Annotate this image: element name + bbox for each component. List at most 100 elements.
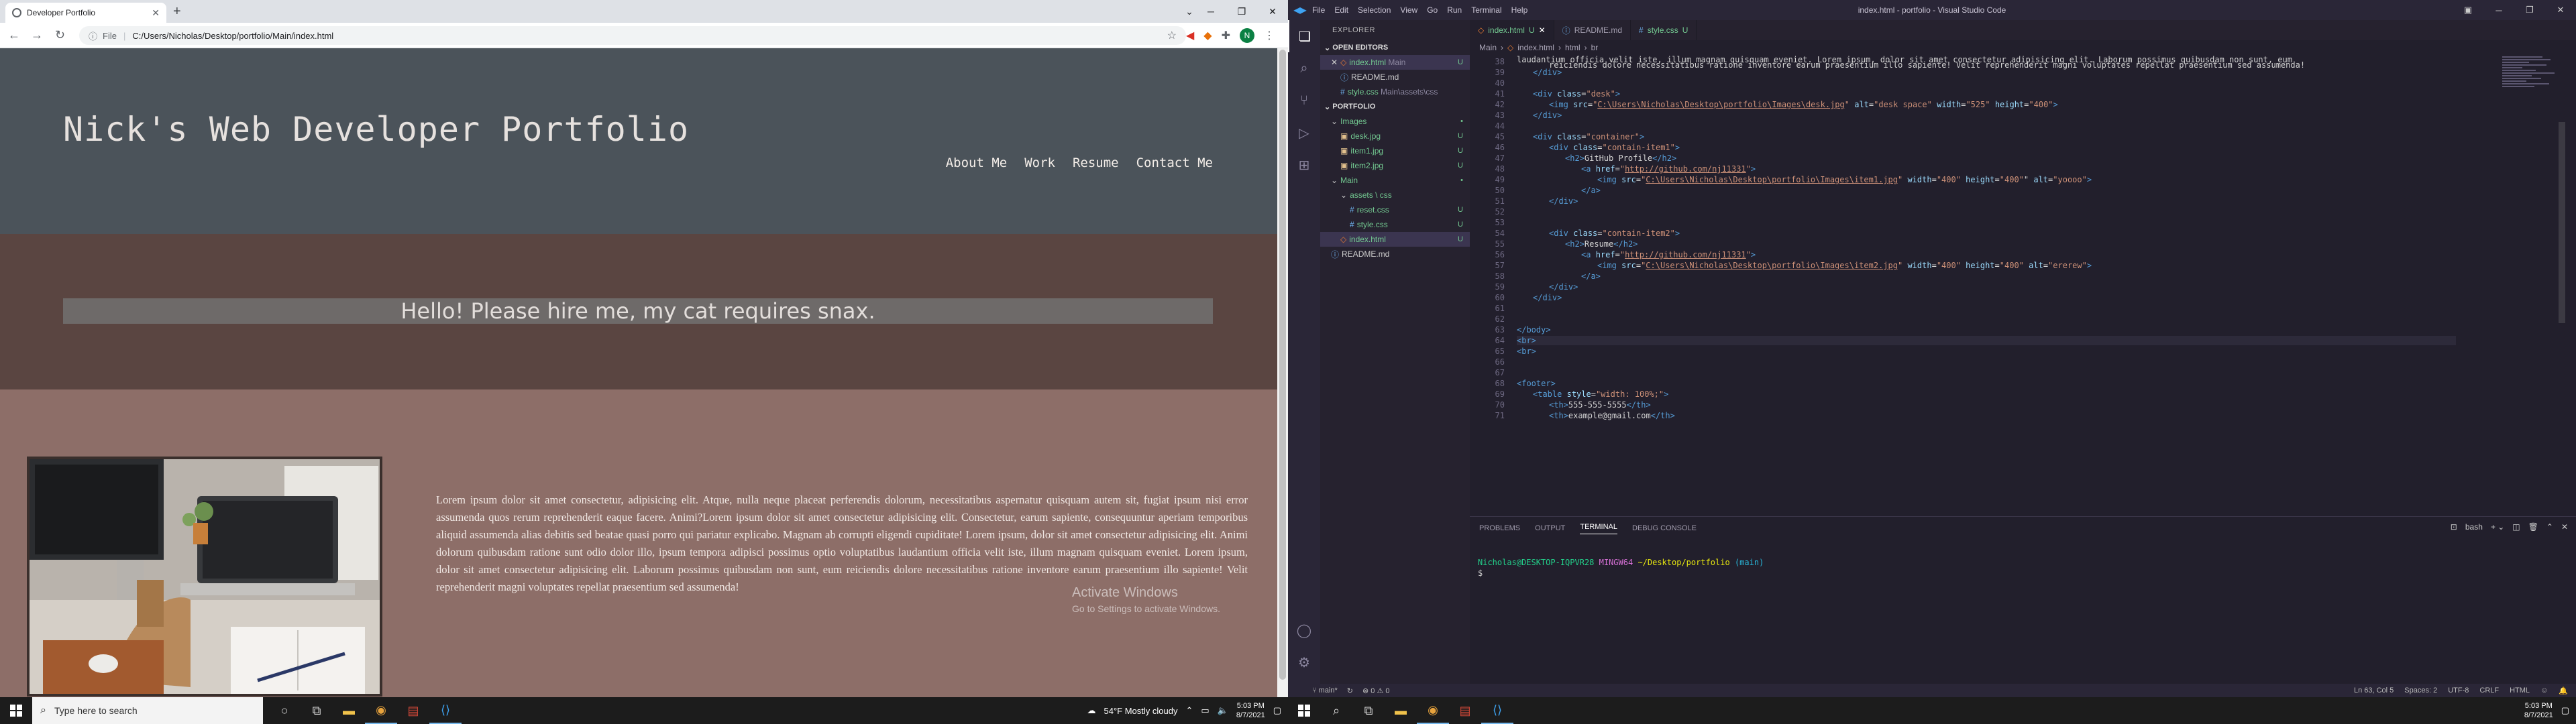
layout-icon[interactable]: ▣ [2453,0,2483,20]
clock[interactable]: 5:03 PM 8/7/2021 [1236,701,1265,720]
code-editor[interactable]: 38 39 40 41 42 43 44 45 46 47 48 49 50 51 52 53 54 55 56 57… [1470,55,2489,516]
menu-selection[interactable]: Selection [1358,5,1391,15]
tree-file[interactable]: ▣ item1.jpg U [1320,143,1470,158]
volume-icon[interactable]: 🔈 [1218,705,1228,716]
tab-style-css[interactable]: # style.css U [1631,20,1697,40]
weather-icon[interactable]: ☁ [1087,705,1096,716]
open-editor-item[interactable]: ✕ ◇ index.html Main U [1320,55,1470,70]
sync-icon[interactable]: ↻ [1347,686,1353,695]
extension-icon-orange[interactable]: ◆ [1203,29,1212,42]
menu-terminal[interactable]: Terminal [1471,5,1501,15]
portfolio-header[interactable]: ⌄ PORTFOLIO [1320,99,1470,114]
close-icon[interactable]: ✕ [1331,58,1338,67]
forward-icon[interactable]: → [31,28,43,42]
notification-icon[interactable]: ▢ [2561,705,2569,716]
file-explorer-icon[interactable]: ▬ [333,697,365,724]
tab-problems[interactable]: PROBLEMS [1479,524,1520,532]
extensions-icon[interactable]: ⊞ [1288,149,1320,181]
extension-icon-red[interactable]: ◀ [1186,29,1194,42]
address-url[interactable]: C:/Users/Nicholas/Desktop/portfolio/Main… [132,31,333,41]
chrome-taskbar-icon[interactable]: ◉ [1417,697,1449,724]
page-scrollbar[interactable] [1277,48,1288,697]
git-branch-status[interactable]: ⑂ main* [1312,686,1338,695]
tree-folder[interactable]: ⌄ Images • [1320,114,1470,129]
editor-scrollbar[interactable] [2557,55,2567,516]
scrollbar-thumb[interactable] [2559,122,2565,323]
clock[interactable]: 5:03 PM 8/7/2021 [2524,701,2553,720]
notification-icon[interactable]: ▢ [1273,705,1281,716]
tree-file[interactable]: ◇ index.html U [1320,232,1470,247]
close-window-icon[interactable]: ✕ [2545,0,2576,20]
indentation[interactable]: Spaces: 2 [2404,686,2437,695]
browser-tab[interactable]: Developer Portfolio ✕ [5,3,166,23]
back-icon[interactable]: ← [8,28,20,42]
new-tab-button[interactable]: + [173,4,181,19]
extensions-puzzle-icon[interactable]: ✚ [1222,29,1230,42]
open-editor-item[interactable]: ⓘ README.md [1320,70,1470,84]
weather-text[interactable]: 54°F Mostly cloudy [1104,706,1178,716]
settings-gear-icon[interactable]: ⚙ [1288,646,1320,678]
source-control-icon[interactable]: ⑂ [1288,84,1320,117]
menu-go[interactable]: Go [1427,5,1438,15]
add-terminal-icon[interactable]: + ⌄ [2491,522,2504,532]
language-mode[interactable]: HTML [2510,686,2530,695]
network-icon[interactable]: ▭ [1201,705,1209,716]
reload-icon[interactable]: ↻ [55,28,65,42]
nav-link-contact[interactable]: Contact Me [1136,156,1213,170]
terminal-shell-select[interactable]: bash [2465,522,2483,532]
menu-help[interactable]: Help [1511,5,1528,15]
line-endings[interactable]: CRLF [2479,686,2499,695]
tab-index-html[interactable]: ◇ index.html U ✕ [1470,20,1554,40]
tray-chevron-icon[interactable]: ⌃ [1185,705,1193,716]
encoding[interactable]: UTF-8 [2448,686,2469,695]
trash-icon[interactable]: 🗑 [2528,522,2538,532]
problems-status[interactable]: ⊗ 0 ⚠ 0 [1362,686,1389,695]
breadcrumb-item[interactable]: html [1565,43,1580,52]
tab-debug-console[interactable]: DEBUG CONSOLE [1632,524,1697,532]
tree-file[interactable]: ⓘ README.md [1320,247,1470,261]
tree-file[interactable]: # style.css U [1320,217,1470,232]
task-view-icon[interactable]: ⧉ [301,697,333,724]
minimap[interactable] [2502,55,2556,189]
nav-link-about[interactable]: About Me [946,156,1008,170]
tree-file[interactable]: # reset.css U [1320,202,1470,217]
info-icon[interactable]: ⓘ [89,29,97,42]
minimize-icon[interactable]: ─ [1195,0,1226,23]
explorer-icon[interactable]: ❏ [1288,20,1320,52]
minimize-icon[interactable]: ─ [2483,0,2514,20]
chrome-menu-icon[interactable]: ⋮ [1264,29,1275,42]
tree-file[interactable]: ▣ item2.jpg U [1320,158,1470,173]
split-terminal-icon[interactable]: ◫ [2512,522,2520,532]
maximize-panel-icon[interactable]: ⌃ [2546,522,2553,532]
account-icon[interactable]: ◯ [1288,614,1320,646]
tree-folder[interactable]: ⌄ Main • [1320,173,1470,188]
tree-file[interactable]: ▣ desk.jpg U [1320,129,1470,143]
open-editor-item[interactable]: # style.css Main\assets\css [1320,84,1470,99]
search-icon[interactable]: ⌕ [1288,52,1320,84]
restore-icon[interactable]: ❐ [2514,0,2545,20]
file-explorer-icon[interactable]: ▬ [1385,697,1417,724]
tab-readme[interactable]: ⓘ README.md [1554,20,1631,40]
terminal-output[interactable]: Nicholas@DESKTOP-IQPVR28 MINGW64 ~/Deskt… [1478,557,1764,579]
terminal-taskbar-icon[interactable]: ▤ [1449,697,1481,724]
tree-folder[interactable]: ⌄ assets \ css [1320,188,1470,202]
vscode-taskbar-icon[interactable]: ⟨⟩ [1481,697,1513,724]
menu-view[interactable]: View [1400,5,1417,15]
bell-icon[interactable]: 🔔 [2559,686,2568,695]
nav-link-work[interactable]: Work [1024,156,1055,170]
vscode-taskbar-icon[interactable]: ⟨⟩ [429,697,462,724]
breadcrumb-item[interactable]: index.html [1517,43,1554,52]
feedback-icon[interactable]: ☺ [2540,686,2548,695]
tab-output[interactable]: OUTPUT [1535,524,1565,532]
open-editors-header[interactable]: ⌄ OPEN EDITORS [1320,40,1470,55]
breadcrumb-item[interactable]: Main [1479,43,1497,52]
nav-link-resume[interactable]: Resume [1073,156,1119,170]
close-icon[interactable]: ✕ [1539,25,1546,35]
menu-file[interactable]: File [1312,5,1325,15]
maximize-icon[interactable]: ❐ [1226,0,1257,23]
taskbar-search[interactable]: ⌕ Type here to search [32,697,263,724]
task-view-icon[interactable]: ⧉ [1352,697,1385,724]
search-icon[interactable]: ⌕ [1320,697,1352,724]
start-button[interactable] [1288,697,1320,724]
bookmark-star-icon[interactable]: ☆ [1167,29,1177,42]
